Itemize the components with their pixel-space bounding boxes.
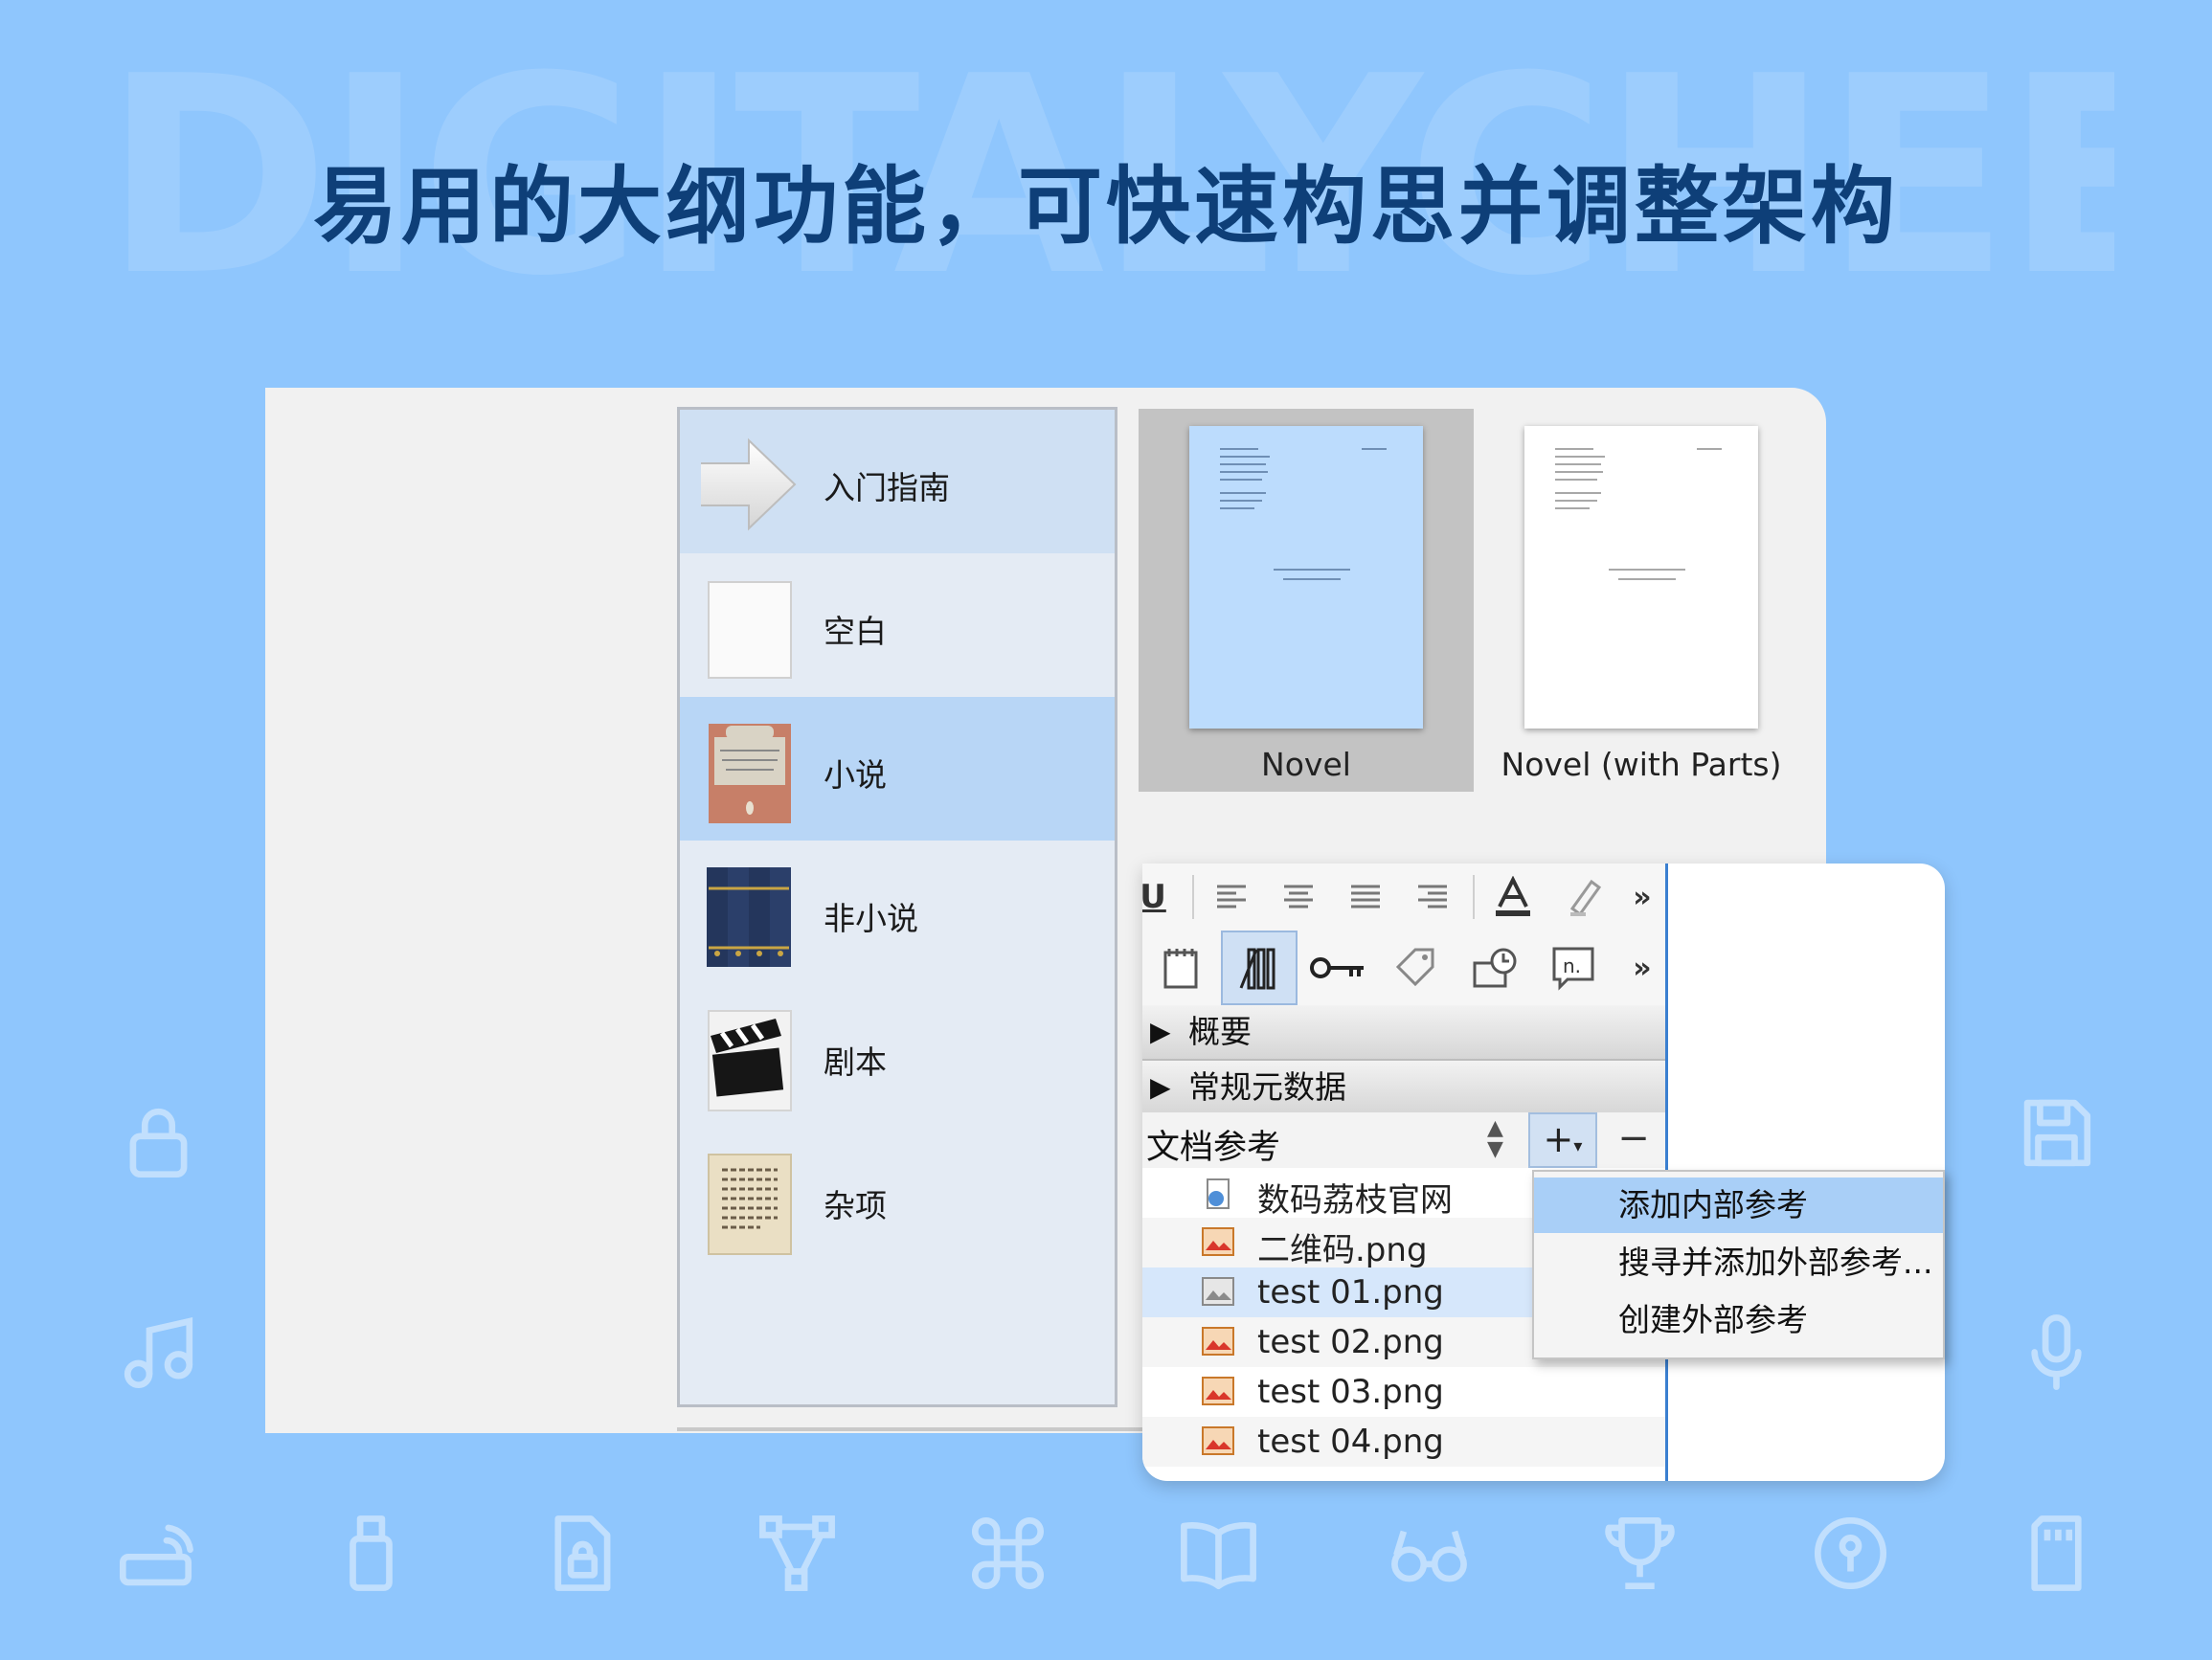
plus-glyph: + bbox=[1543, 1118, 1574, 1160]
tag-icon[interactable] bbox=[1378, 931, 1455, 1005]
underline-glyph: U bbox=[1142, 878, 1166, 916]
more-tabs-button[interactable]: » bbox=[1621, 931, 1663, 1005]
category-item-misc[interactable]: 杂项 bbox=[680, 1128, 1115, 1271]
document-references-header: 文档参考 ▲ ▼ +▾ − bbox=[1142, 1112, 1665, 1168]
section-label: 常规元数据 bbox=[1188, 1068, 1346, 1106]
references-type-select[interactable]: 文档参考 bbox=[1146, 1120, 1280, 1169]
category-label: 空白 bbox=[824, 613, 887, 650]
template-label: Novel bbox=[1261, 746, 1351, 783]
menu-item-create-external-reference[interactable]: 创建外部参考 bbox=[1534, 1292, 1943, 1348]
category-label: 小说 bbox=[824, 756, 887, 794]
lock-icon bbox=[113, 1096, 204, 1187]
novel-book-icon bbox=[701, 720, 797, 825]
category-list[interactable]: 入门指南 空白 小说 非小说 剧本 杂项 bbox=[677, 407, 1117, 1407]
blank-page-icon bbox=[701, 576, 797, 682]
category-label: 入门指南 bbox=[824, 469, 950, 506]
notes-icon[interactable] bbox=[1142, 931, 1219, 1005]
reference-label: 数码荔枝官网 bbox=[1257, 1181, 1453, 1220]
template-label: Novel (with Parts) bbox=[1501, 746, 1782, 783]
align-right-icon[interactable] bbox=[1399, 864, 1466, 931]
text-color-icon[interactable] bbox=[1478, 864, 1548, 931]
usb-drive-icon bbox=[326, 1508, 417, 1599]
clapperboard-icon bbox=[701, 1007, 797, 1112]
category-label: 剧本 bbox=[824, 1043, 887, 1081]
add-reference-menu: 添加内部参考 搜寻并添加外部参考... 创建外部参考 bbox=[1532, 1170, 1945, 1359]
reference-row[interactable]: test 04.png bbox=[1142, 1417, 1665, 1467]
inspector-tabs: n. » bbox=[1142, 931, 1665, 1005]
category-item-getting-started[interactable]: 入门指南 bbox=[680, 410, 1115, 553]
svg-text:n.: n. bbox=[1563, 954, 1581, 977]
section-general-metadata[interactable]: ▶ 常规元数据 bbox=[1142, 1061, 1665, 1116]
image-file-icon bbox=[1202, 1426, 1234, 1455]
more-format-button[interactable]: » bbox=[1621, 864, 1663, 931]
keyhole-icon bbox=[1805, 1508, 1896, 1599]
key-icon[interactable] bbox=[1299, 931, 1376, 1005]
web-link-icon bbox=[1202, 1178, 1234, 1209]
template-novel[interactable]: Novel bbox=[1139, 409, 1474, 792]
reference-label: test 04.png bbox=[1257, 1423, 1444, 1461]
arrow-icon bbox=[692, 433, 797, 538]
section-label: 概要 bbox=[1188, 1013, 1252, 1050]
image-file-icon bbox=[1202, 1327, 1234, 1356]
category-label: 杂项 bbox=[824, 1187, 887, 1224]
glasses-icon bbox=[1384, 1508, 1475, 1599]
reference-label: test 01.png bbox=[1257, 1273, 1444, 1312]
section-synopsis[interactable]: ▶ 概要 bbox=[1142, 1005, 1665, 1061]
category-item-script[interactable]: 剧本 bbox=[680, 984, 1115, 1128]
justify-icon[interactable] bbox=[1332, 864, 1399, 931]
reference-label: test 03.png bbox=[1257, 1373, 1444, 1411]
image-file-icon bbox=[1202, 1277, 1234, 1306]
sd-card-icon bbox=[2011, 1508, 2102, 1599]
command-key-icon bbox=[962, 1508, 1053, 1599]
underline-button[interactable]: U bbox=[1142, 864, 1177, 931]
disclosure-triangle-icon[interactable]: ▶ bbox=[1150, 1005, 1171, 1059]
template-thumbnail bbox=[1189, 426, 1423, 729]
image-file-icon bbox=[1202, 1227, 1234, 1256]
bookmarks-icon[interactable] bbox=[1221, 931, 1298, 1005]
remove-reference-button[interactable]: − bbox=[1610, 1112, 1658, 1168]
select-arrows-icon[interactable]: ▲ ▼ bbox=[1487, 1118, 1503, 1160]
trophy-icon bbox=[1594, 1508, 1685, 1599]
image-file-icon bbox=[1202, 1377, 1234, 1405]
vector-nodes-icon bbox=[752, 1508, 843, 1599]
reference-row[interactable]: test 03.png bbox=[1142, 1367, 1665, 1417]
category-item-novel[interactable]: 小说 bbox=[680, 697, 1115, 841]
floppy-disk-icon bbox=[2011, 1087, 2102, 1178]
align-center-icon[interactable] bbox=[1265, 864, 1332, 931]
file-lock-icon bbox=[536, 1508, 627, 1599]
misc-page-icon bbox=[701, 1151, 797, 1256]
template-novel-with-parts[interactable]: Novel (with Parts) bbox=[1474, 409, 1809, 792]
router-icon bbox=[110, 1508, 201, 1599]
open-book-icon bbox=[1173, 1508, 1264, 1599]
microphone-icon bbox=[2011, 1307, 2102, 1398]
category-item-blank[interactable]: 空白 bbox=[680, 553, 1115, 697]
disclosure-triangle-icon[interactable]: ▶ bbox=[1150, 1061, 1171, 1114]
more-glyph: » bbox=[1633, 880, 1652, 914]
page-headline: 易用的大纲功能，可快速构思并调整架构 bbox=[312, 157, 1899, 256]
books-icon bbox=[701, 864, 797, 969]
toolbar-separator bbox=[1473, 875, 1475, 919]
snapshot-icon[interactable] bbox=[1456, 931, 1533, 1005]
reference-label: test 02.png bbox=[1257, 1323, 1444, 1361]
comments-icon[interactable]: n. bbox=[1535, 931, 1612, 1005]
add-reference-button[interactable]: +▾ bbox=[1528, 1112, 1597, 1168]
more-glyph: » bbox=[1633, 951, 1652, 985]
template-thumbnail bbox=[1524, 426, 1758, 729]
music-note-icon bbox=[113, 1307, 204, 1398]
menu-item-add-internal-reference[interactable]: 添加内部参考 bbox=[1534, 1178, 1943, 1233]
highlight-icon[interactable] bbox=[1548, 864, 1619, 931]
format-toolbar: U » bbox=[1142, 864, 1665, 931]
toolbar-separator bbox=[1192, 875, 1194, 919]
reference-label: 二维码.png bbox=[1257, 1231, 1428, 1269]
menu-item-search-add-external-reference[interactable]: 搜寻并添加外部参考... bbox=[1534, 1235, 1943, 1290]
category-item-nonfiction[interactable]: 非小说 bbox=[680, 841, 1115, 984]
category-label: 非小说 bbox=[824, 900, 918, 937]
align-left-icon[interactable] bbox=[1198, 864, 1265, 931]
